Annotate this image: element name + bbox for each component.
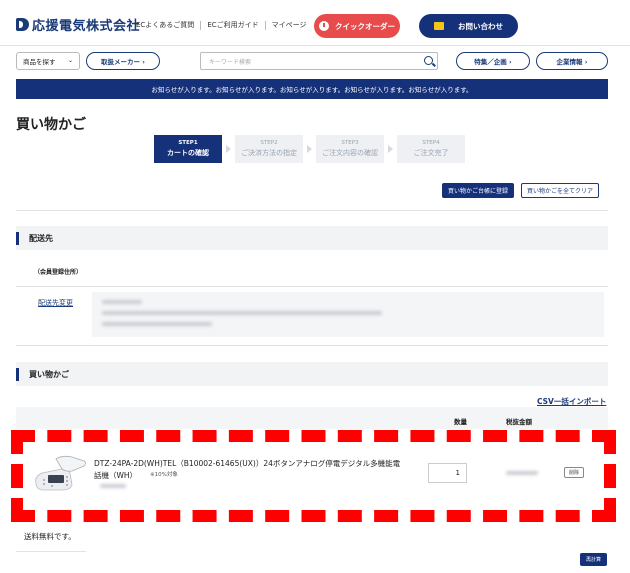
register-cart-ledger-button[interactable]: 買い物かご台帳に登録	[442, 183, 514, 198]
company-info-button[interactable]: 企業情報 ›	[536, 52, 608, 70]
site-header: 応援電気株式会社 ECよくあるご質問 ECご利用ガイド マイページ クイックオー…	[0, 0, 630, 46]
delivery-section-header: 配送先	[16, 226, 608, 250]
search-placeholder: キーワード検索	[209, 58, 252, 66]
highlight-frame	[11, 430, 616, 522]
column-quantity: 数量	[454, 418, 467, 426]
company-logo[interactable]: 応援電気株式会社	[16, 15, 141, 34]
step-label: ご注文内容の確認	[322, 149, 378, 157]
mail-icon	[434, 22, 444, 30]
redacted-text	[102, 300, 142, 304]
column-price: 税抜金額	[506, 418, 532, 426]
notice-bar: お知らせが入ります。お知らせが入ります。お知らせが入ります。お知らせが入ります。…	[16, 79, 608, 99]
feature-button[interactable]: 特集／企画 ›	[456, 52, 530, 70]
search-input[interactable]: キーワード検索	[200, 52, 438, 70]
quick-order-label: クイックオーダー	[335, 21, 395, 31]
divider	[200, 20, 202, 30]
contact-button[interactable]: お問い合わせ	[419, 14, 518, 38]
header-links: ECよくあるご質問 ECご利用ガイド マイページ	[136, 20, 307, 30]
redacted-text	[102, 311, 382, 315]
redacted-text	[102, 322, 212, 326]
chevron-down-icon: ⌄	[67, 57, 73, 64]
divider	[264, 20, 266, 30]
sub-navigation: 商品を探す ⌄ 取扱メーカー › キーワード検索 特集／企画 › 企業情報 ›	[0, 46, 630, 78]
step-number: STEP2	[260, 140, 278, 146]
cart-section-header: 買い物かご	[16, 362, 608, 386]
page-title: 買い物かご	[16, 117, 86, 133]
divider	[16, 345, 608, 346]
manufacturer-button[interactable]: 取扱メーカー ›	[86, 52, 160, 70]
csv-import-link[interactable]: CSV一括インポート	[537, 396, 606, 407]
member-address-label: （会員登録住所）	[34, 269, 83, 276]
clock-icon	[319, 21, 329, 31]
shipping-note: 送料無料です。	[24, 532, 76, 541]
clear-cart-button[interactable]: 買い物かごを全てクリア	[521, 183, 599, 198]
step-number: STEP3	[341, 140, 359, 146]
checkout-steps: STEP1 カートの確認 STEP2 ご決済方法の指定 STEP3 ご注文内容の…	[154, 135, 478, 163]
quick-order-button[interactable]: クイックオーダー	[314, 14, 400, 38]
logo-mark-icon	[16, 17, 29, 31]
step-4: STEP4 ご注文完了	[397, 135, 465, 163]
mypage-link[interactable]: マイページ	[272, 20, 307, 30]
product-search-select[interactable]: 商品を探す ⌄	[16, 52, 80, 70]
search-icon[interactable]	[424, 56, 433, 65]
step-number: STEP1	[178, 140, 198, 146]
cart-heading: 買い物かご	[29, 369, 69, 379]
divider	[16, 551, 86, 552]
step-1: STEP1 カートの確認	[154, 135, 231, 163]
step-label: カートの確認	[167, 149, 209, 157]
step-label: ご決済方法の指定	[241, 149, 297, 157]
logo-text: 応援電気株式会社	[32, 18, 141, 34]
divider	[16, 286, 608, 287]
step-number: STEP4	[422, 140, 440, 146]
product-search-label: 商品を探す	[23, 58, 56, 66]
recalculate-button[interactable]: 再計算	[580, 553, 607, 566]
faq-link[interactable]: ECよくあるご質問	[136, 20, 194, 30]
step-2: STEP2 ご決済方法の指定	[235, 135, 312, 163]
divider	[16, 210, 608, 211]
guide-link[interactable]: ECご利用ガイド	[207, 20, 258, 30]
contact-label: お問い合わせ	[458, 21, 503, 31]
section-marker	[16, 367, 19, 381]
cart-table-header: 数量 税抜金額	[16, 407, 608, 429]
section-marker	[16, 231, 19, 245]
address-box-redacted	[92, 292, 604, 337]
delivery-heading: 配送先	[29, 233, 53, 243]
change-delivery-link[interactable]: 配送先変更	[38, 298, 73, 308]
step-label: ご注文完了	[413, 149, 449, 157]
step-3: STEP3 ご注文内容の確認	[316, 135, 393, 163]
